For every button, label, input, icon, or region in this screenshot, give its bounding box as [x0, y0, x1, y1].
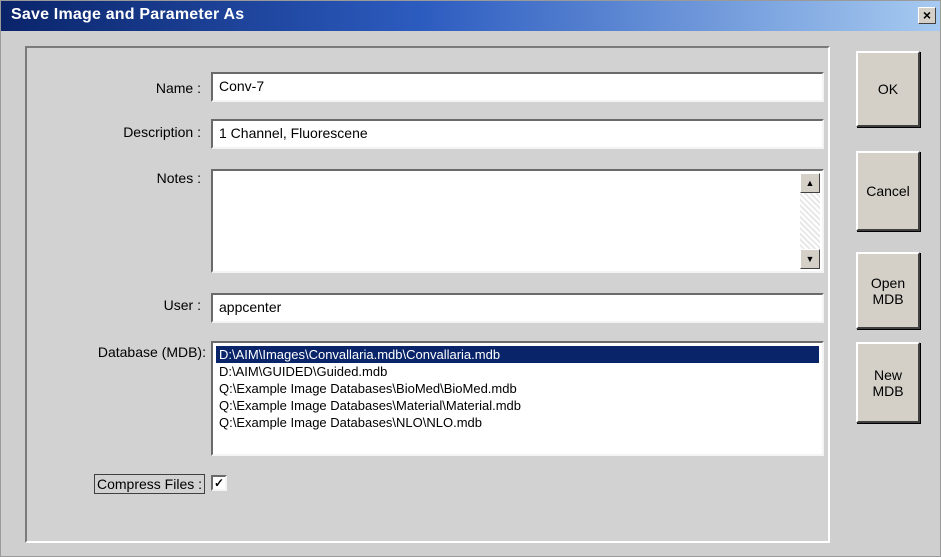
compress-files-checkbox[interactable]: ✓ — [211, 475, 227, 491]
list-item[interactable]: Q:\Example Image Databases\Material\Mate… — [216, 397, 819, 414]
open-mdb-label-line1: Open — [870, 274, 906, 291]
notes-label: Notes : — [156, 170, 201, 186]
dialog-title: Save Image and Parameter As — [11, 6, 245, 23]
user-input[interactable]: appcenter — [211, 293, 824, 323]
notes-scrollbar[interactable]: ▲ ▼ — [800, 173, 820, 269]
list-item[interactable]: Q:\Example Image Databases\NLO\NLO.mdb — [216, 414, 819, 431]
name-label: Name : — [155, 80, 201, 96]
new-mdb-label-line2: MDB — [872, 382, 904, 399]
new-mdb-label-line1: New — [873, 366, 902, 383]
notes-textarea[interactable]: ▲ ▼ — [211, 169, 824, 273]
scroll-up-icon[interactable]: ▲ — [800, 173, 820, 193]
save-image-dialog: Save Image and Parameter As × Name : Con… — [0, 0, 941, 557]
scroll-down-icon[interactable]: ▼ — [800, 249, 820, 269]
new-mdb-button[interactable]: New MDB — [856, 342, 920, 423]
list-item[interactable]: D:\AIM\GUIDED\Guided.mdb — [216, 363, 819, 380]
cancel-button-label: Cancel — [866, 183, 910, 199]
database-listbox[interactable]: D:\AIM\Images\Convallaria.mdb\Convallari… — [211, 341, 824, 456]
cancel-button[interactable]: Cancel — [856, 151, 920, 231]
list-item[interactable]: D:\AIM\Images\Convallaria.mdb\Convallari… — [216, 346, 819, 363]
open-mdb-button[interactable]: Open MDB — [856, 252, 920, 329]
ok-button-label: OK — [877, 81, 899, 97]
description-input[interactable]: 1 Channel, Fluorescene — [211, 119, 824, 149]
user-label: User : — [163, 297, 201, 313]
ok-button[interactable]: OK — [856, 51, 920, 127]
open-mdb-label-line2: MDB — [872, 290, 904, 307]
list-item[interactable]: Q:\Example Image Databases\BioMed\BioMed… — [216, 380, 819, 397]
close-icon[interactable]: × — [918, 7, 936, 24]
name-input[interactable]: Conv-7 — [211, 72, 824, 102]
description-label: Description : — [123, 124, 201, 140]
title-bar[interactable]: Save Image and Parameter As × — [1, 1, 940, 31]
compress-files-label[interactable]: Compress Files : — [94, 474, 206, 494]
database-label: Database (MDB): — [97, 344, 206, 360]
